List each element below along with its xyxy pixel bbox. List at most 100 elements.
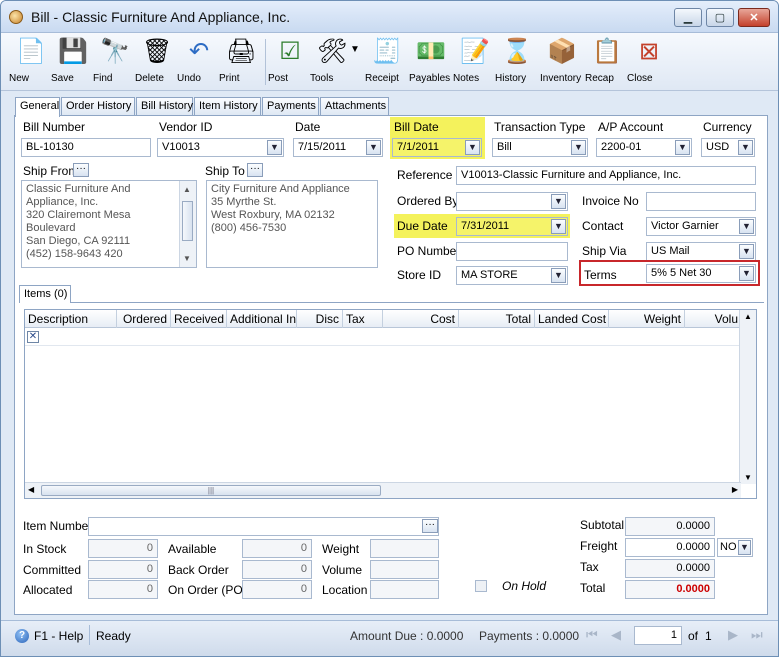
chevron-down-icon[interactable]: ▼: [675, 140, 690, 155]
minimize-button[interactable]: ▁: [674, 8, 702, 27]
chevron-down-icon[interactable]: ▼: [267, 140, 282, 155]
due-date-label: Due Date: [397, 219, 448, 233]
status-text: Ready: [96, 629, 131, 643]
tab-bill-history[interactable]: Bill History: [136, 97, 193, 116]
next-page-icon[interactable]: ▶: [728, 627, 738, 643]
reference-field[interactable]: V10013-Classic Furniture and Appliance, …: [456, 166, 756, 185]
date-picker[interactable]: 7/15/2011 ▼: [293, 138, 383, 157]
payables-icon: 💵: [416, 38, 446, 65]
maximize-button[interactable]: ▢: [706, 8, 734, 27]
undo-arrow-icon: ↶: [188, 38, 210, 65]
close-button[interactable]: ⊠ Close: [627, 37, 671, 89]
find-button[interactable]: 🔭 Find: [93, 37, 137, 89]
ship-from-scrollbar[interactable]: ▲ ▼: [179, 181, 196, 267]
tab-order-history[interactable]: Order History: [61, 97, 135, 116]
close-window-button[interactable]: ✕: [738, 8, 770, 27]
item-number-field[interactable]: [88, 517, 439, 536]
terms-label: Terms: [584, 268, 617, 282]
chevron-down-icon[interactable]: ▼: [551, 219, 566, 234]
page-number-field[interactable]: 1: [634, 626, 682, 645]
col-total[interactable]: Total: [459, 310, 535, 328]
recap-button[interactable]: 📋 Recap: [585, 37, 629, 89]
undo-button[interactable]: ↶ Undo: [177, 37, 221, 89]
location-field: [370, 580, 439, 599]
binoculars-icon: 🔭: [100, 38, 130, 65]
tab-general[interactable]: General: [15, 97, 60, 117]
currency-select[interactable]: USD ▼: [701, 138, 755, 157]
ap-account-select[interactable]: 2200-01 ▼: [596, 138, 692, 157]
items-grid: Description Ordered Received Additional …: [24, 309, 757, 499]
previous-page-icon[interactable]: ◀: [611, 627, 621, 643]
chevron-down-icon[interactable]: ▼: [738, 140, 753, 155]
freight-taxable-select[interactable]: NO ▼: [717, 538, 753, 557]
col-disc[interactable]: Disc: [297, 310, 343, 328]
ship-via-select[interactable]: US Mail ▼: [646, 242, 756, 261]
col-landed-cost[interactable]: Landed Cost: [535, 310, 609, 328]
chevron-down-icon[interactable]: ▼: [366, 140, 381, 155]
print-button[interactable]: 🖨 Print: [219, 37, 263, 89]
help-link[interactable]: F1 - Help: [34, 629, 83, 643]
toolbar: 📄 New 💾 Save 🔭 Find 🗑 Delete ↶ Undo 🖨 Print ☑ P…: [1, 33, 778, 91]
first-page-icon[interactable]: ⏮: [586, 627, 598, 643]
save-button[interactable]: 💾 Save: [51, 37, 95, 89]
contact-select[interactable]: Victor Garnier ▼: [646, 217, 756, 236]
date-label: Date: [295, 120, 321, 134]
ordered-by-select[interactable]: ▼: [456, 192, 568, 211]
ship-to-lookup-button[interactable]: ···: [247, 163, 263, 177]
col-description[interactable]: Description: [25, 310, 117, 328]
chevron-down-icon[interactable]: ▼: [738, 540, 751, 555]
col-tax[interactable]: Tax: [343, 310, 383, 328]
on-hold-checkbox[interactable]: [475, 580, 487, 592]
transaction-type-select[interactable]: Bill ▼: [492, 138, 588, 157]
vendor-id-select[interactable]: V10013 ▼: [157, 138, 284, 157]
col-cost[interactable]: Cost: [383, 310, 459, 328]
bill-date-picker[interactable]: 7/1/2011 ▼: [392, 138, 482, 157]
freight-field[interactable]: 0.0000: [625, 538, 715, 557]
ship-to-address[interactable]: City Furniture And Appliance 35 Myrthe S…: [206, 180, 378, 268]
tools-icon: 🛠: [317, 38, 348, 65]
store-id-select[interactable]: MA STORE ▼: [456, 266, 568, 285]
items-grid-hscroll[interactable]: ◀ ||| ▶: [25, 482, 741, 498]
chevron-down-icon[interactable]: ▼: [571, 140, 586, 155]
items-grid-vscroll[interactable]: ▲ ▼: [739, 310, 756, 484]
new-button[interactable]: 📄 New: [9, 37, 53, 89]
delete-button[interactable]: 🗑 Delete: [135, 37, 179, 89]
chevron-down-icon[interactable]: ▼: [551, 268, 566, 283]
ship-from-address[interactable]: Classic Furniture And Appliance, Inc. 32…: [21, 180, 197, 268]
history-button[interactable]: ⌛ History: [495, 37, 539, 89]
terms-select[interactable]: 5% 5 Net 30 ▼: [646, 264, 756, 283]
col-weight[interactable]: Weight: [609, 310, 685, 328]
notes-button[interactable]: 📝 Notes: [453, 37, 497, 89]
chevron-down-icon[interactable]: ▼: [551, 194, 566, 209]
chevron-down-icon[interactable]: ▼: [739, 219, 754, 234]
col-additional-info[interactable]: Additional Inf: [227, 310, 297, 328]
tab-items[interactable]: Items (0): [19, 285, 71, 303]
col-volume[interactable]: Volu: [685, 310, 741, 328]
scroll-thumb[interactable]: [182, 201, 193, 241]
po-number-field[interactable]: [456, 242, 568, 261]
last-page-icon[interactable]: ⏭: [751, 627, 763, 643]
hscroll-thumb[interactable]: |||: [41, 485, 381, 496]
inventory-button[interactable]: 📦 Inventory: [540, 37, 584, 89]
tab-payments[interactable]: Payments: [262, 97, 319, 116]
new-row-delete-icon[interactable]: ✕: [27, 331, 39, 343]
invoice-no-field[interactable]: [646, 192, 756, 211]
due-date-picker[interactable]: 7/31/2011 ▼: [456, 217, 568, 236]
col-received[interactable]: Received: [171, 310, 227, 328]
payables-button[interactable]: 💵 Payables: [409, 37, 453, 89]
chevron-down-icon[interactable]: ▼: [739, 266, 754, 281]
back-order-label: Back Order: [168, 563, 229, 577]
chevron-down-icon[interactable]: ▼: [465, 140, 480, 155]
tools-dropdown-button[interactable]: ▼: [348, 41, 362, 93]
tab-attachments[interactable]: Attachments: [320, 97, 389, 116]
chevron-down-icon[interactable]: ▼: [739, 244, 754, 259]
ship-from-lookup-button[interactable]: ···: [73, 163, 89, 177]
tab-item-history[interactable]: Item History: [194, 97, 261, 116]
col-ordered[interactable]: Ordered: [117, 310, 171, 328]
bill-number-field[interactable]: BL-10130: [21, 138, 151, 157]
close-door-icon: ⊠: [638, 38, 660, 65]
volume-field: [370, 560, 439, 579]
post-button[interactable]: ☑ Post: [268, 37, 312, 89]
item-number-lookup-button[interactable]: ···: [422, 519, 438, 533]
receipt-button[interactable]: 🧾 Receipt: [365, 37, 409, 89]
